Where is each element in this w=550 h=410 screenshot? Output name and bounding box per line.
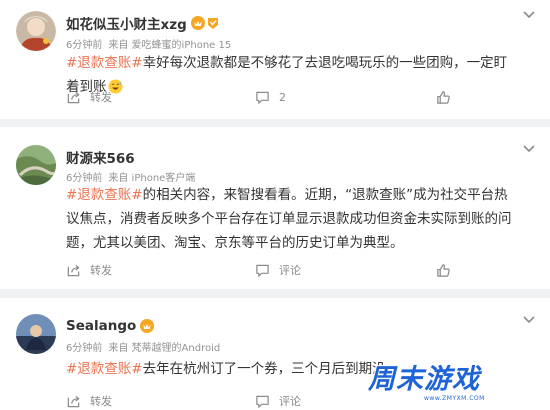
hashtag-link[interactable]: #退款查账# (66, 361, 143, 377)
author-name[interactable]: 如花似玉小财主xzg (66, 13, 187, 33)
post-content: #退款查账#的相关内容，来智搜看看。近期，“退款查账”成为社交平台热议焦点，消费… (66, 183, 514, 255)
post-card: 如花似玉小财主xzg 6分钟前 来自 爱吃蜂蜜的iPhone 15 #退款查账#幸… (0, 0, 550, 119)
share-label: 转发 (90, 91, 112, 104)
comment-icon (256, 91, 269, 104)
avatar[interactable] (16, 314, 56, 354)
post-time: 6分钟前 (66, 343, 103, 354)
like-button[interactable] (436, 261, 460, 279)
post-card: 财源来566 6分钟前 来自 iPhone客户端 #退款查账#的相关内容，来智搜看… (0, 127, 550, 289)
share-button[interactable]: 转发 (66, 392, 112, 410)
post-meta: 6分钟前 来自 梵蒂越锂的Android (66, 339, 220, 354)
post-source: 来自 爱吃蜂蜜的iPhone 15 (108, 40, 232, 51)
share-button[interactable]: 转发 (66, 261, 112, 279)
avatar[interactable] (16, 145, 56, 185)
vip-badge-icon (140, 319, 155, 333)
like-icon (437, 90, 450, 104)
post-actions: 转发 2 (66, 88, 486, 106)
like-button[interactable] (436, 88, 460, 106)
watermark-logo: 周末游戏 www.ZMYXM.COM (368, 364, 548, 408)
watermark-url: www.ZMYXM.COM (424, 395, 485, 402)
post-text: 去年在杭州订了一个券，三个月后到期没 (142, 361, 386, 377)
chevron-down-icon[interactable] (522, 144, 536, 154)
comment-button[interactable]: 评论 (255, 392, 301, 410)
post-actions: 转发 评论 (66, 261, 486, 279)
comment-count: 2 (279, 90, 286, 104)
share-icon (67, 395, 80, 407)
post-time: 6分钟前 (66, 40, 103, 51)
avatar[interactable] (16, 11, 56, 51)
chevron-down-icon[interactable] (522, 10, 536, 20)
comment-button[interactable]: 2 (255, 88, 286, 106)
post-meta: 6分钟前 来自 爱吃蜂蜜的iPhone 15 (66, 36, 231, 51)
share-label: 转发 (90, 264, 112, 277)
share-label: 转发 (90, 395, 112, 408)
comment-icon (256, 264, 269, 277)
comment-button[interactable]: 评论 (255, 261, 301, 279)
watermark-text: 周末游戏 (368, 364, 480, 395)
like-icon (437, 263, 450, 277)
author-name[interactable]: Sealango (66, 318, 136, 334)
post-source: 来自 梵蒂越锂的Android (108, 343, 221, 354)
hashtag-link[interactable]: #退款查账# (66, 55, 143, 71)
author-name[interactable]: 财源来566 (66, 147, 135, 167)
post-meta: 6分钟前 来自 iPhone客户端 (66, 169, 195, 184)
vip-badge-icon (190, 16, 220, 30)
share-icon (67, 264, 80, 276)
hashtag-link[interactable]: #退款查账# (66, 187, 143, 203)
comment-icon (256, 395, 269, 408)
share-button[interactable]: 转发 (66, 88, 112, 106)
chevron-down-icon[interactable] (522, 315, 536, 325)
comment-label: 评论 (279, 395, 301, 408)
comment-label: 评论 (279, 264, 301, 277)
share-icon (67, 91, 80, 103)
